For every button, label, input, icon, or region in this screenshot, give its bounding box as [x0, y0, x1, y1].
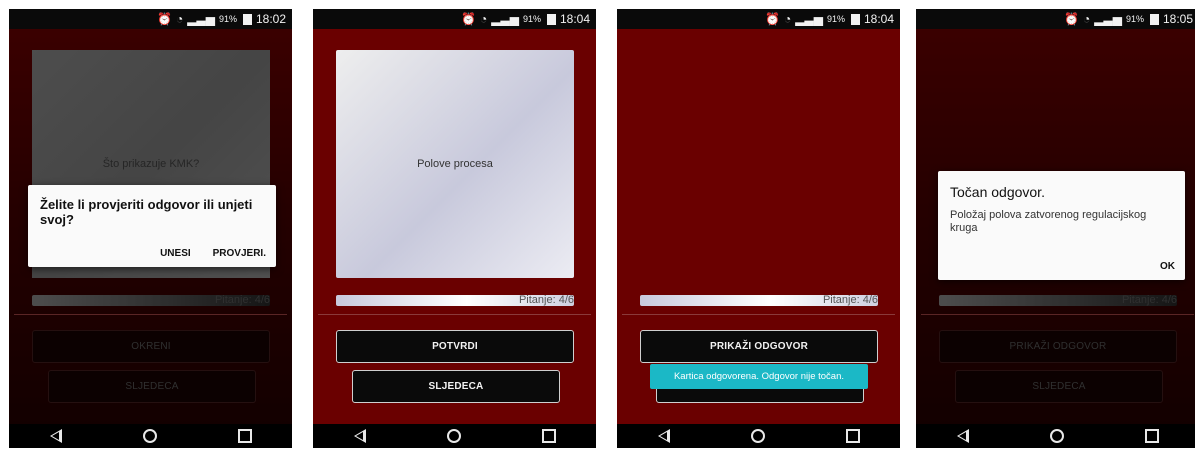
- signal-icon: ▂▃▅: [1094, 12, 1122, 26]
- check-button[interactable]: PROVJERI.: [213, 248, 266, 259]
- status-bar: ⏰ ◔ ▂▃▅ 91% 18:02: [9, 9, 292, 29]
- nav-bar: [617, 424, 900, 448]
- signal-icon: ▂▃▅: [795, 12, 823, 26]
- wifi-icon: ◔: [784, 12, 792, 26]
- wifi-icon: ◔: [176, 12, 184, 26]
- battery-icon: [242, 13, 252, 25]
- alarm-icon: ⏰: [157, 12, 173, 26]
- card-text: Polove procesa: [417, 158, 493, 170]
- home-icon[interactable]: [750, 429, 765, 443]
- check-answer-dialog: Želite li provjeriti odgovor ili unjeti …: [28, 185, 276, 267]
- recent-apps-icon[interactable]: [845, 429, 860, 443]
- progress-bar: Pitanje: 4/6: [640, 294, 878, 306]
- enter-answer-button[interactable]: UNESI: [160, 248, 191, 259]
- nav-bar: [313, 424, 596, 448]
- back-icon[interactable]: [353, 429, 366, 443]
- recent-apps-icon[interactable]: [1144, 429, 1159, 443]
- alarm-icon: ⏰: [765, 12, 781, 26]
- nav-bar: [916, 424, 1195, 448]
- signal-icon: ▂▃▅: [491, 12, 519, 26]
- app-screen: Polove procesa Pitanje: 4/6 POTVRDI SLJE…: [313, 29, 596, 424]
- wifi-icon: ◔: [480, 12, 488, 26]
- status-bar: ⏰ ◔ ▂▃▅ 91% 18:04: [617, 9, 900, 29]
- battery-icon: [850, 13, 860, 25]
- back-icon[interactable]: [49, 429, 62, 443]
- toast-message: Kartica odgovorena. Odgovor nije točan.: [650, 364, 868, 389]
- battery-icon: [546, 13, 556, 25]
- divider: [622, 314, 895, 315]
- dialog-title: Želite li provjeriti odgovor ili unjeti …: [40, 197, 253, 227]
- nav-bar: [9, 424, 292, 448]
- ok-button[interactable]: OK: [1160, 261, 1175, 272]
- phone-screen-2: ⏰ ◔ ▂▃▅ 91% 18:04 Polove procesa Pitanje…: [313, 9, 596, 448]
- home-icon[interactable]: [142, 429, 157, 443]
- flash-card[interactable]: Polove procesa: [336, 50, 574, 278]
- dialog-message: Položaj polova zatvorenog regulacijskog …: [950, 209, 1147, 234]
- battery-percent: 91%: [1125, 14, 1144, 24]
- battery-percent: 91%: [826, 14, 845, 24]
- progress-label: Pitanje: 4/6: [518, 294, 574, 306]
- show-answer-button[interactable]: PRIKAŽI ODGOVOR: [640, 330, 878, 363]
- phone-screen-3: ⏰ ◔ ▂▃▅ 91% 18:04 Pitanje: 4/6 PRIKAŽI O…: [617, 9, 900, 448]
- status-bar: ⏰ ◔ ▂▃▅ 91% 18:05: [916, 9, 1195, 29]
- home-icon[interactable]: [1049, 429, 1064, 443]
- home-icon[interactable]: [446, 429, 461, 443]
- battery-percent: 91%: [522, 14, 541, 24]
- recent-apps-icon[interactable]: [237, 429, 252, 443]
- phone-screen-4: ⏰ ◔ ▂▃▅ 91% 18:05 Pitanje: 4/6 PRIKAŽI O…: [916, 9, 1195, 448]
- correct-answer-dialog: Točan odgovor. Položaj polova zatvorenog…: [938, 171, 1185, 280]
- back-icon[interactable]: [956, 429, 969, 443]
- confirm-button[interactable]: POTVRDI: [336, 330, 574, 363]
- divider: [318, 314, 591, 315]
- recent-apps-icon[interactable]: [541, 429, 556, 443]
- app-screen: Pitanje: 4/6 PRIKAŽI ODGOVOR SLJEDECA Ka…: [617, 29, 900, 424]
- dialog-title: Točan odgovor.: [950, 184, 1045, 200]
- progress-bar: Pitanje: 4/6: [336, 294, 574, 306]
- alarm-icon: ⏰: [1064, 12, 1080, 26]
- phone-screen-1: ⏰ ◔ ▂▃▅ 91% 18:02 Što prikazuje KMK? Pit…: [9, 9, 292, 448]
- clock: 18:02: [255, 12, 286, 26]
- clock: 18:04: [863, 12, 894, 26]
- clock: 18:05: [1162, 12, 1193, 26]
- next-button[interactable]: SLJEDECA: [352, 370, 560, 403]
- wifi-icon: ◔: [1083, 12, 1091, 26]
- back-icon[interactable]: [657, 429, 670, 443]
- battery-percent: 91%: [218, 14, 237, 24]
- alarm-icon: ⏰: [461, 12, 477, 26]
- progress-label: Pitanje: 4/6: [822, 294, 878, 306]
- status-bar: ⏰ ◔ ▂▃▅ 91% 18:04: [313, 9, 596, 29]
- clock: 18:04: [559, 12, 590, 26]
- battery-icon: [1149, 13, 1159, 25]
- signal-icon: ▂▃▅: [187, 12, 215, 26]
